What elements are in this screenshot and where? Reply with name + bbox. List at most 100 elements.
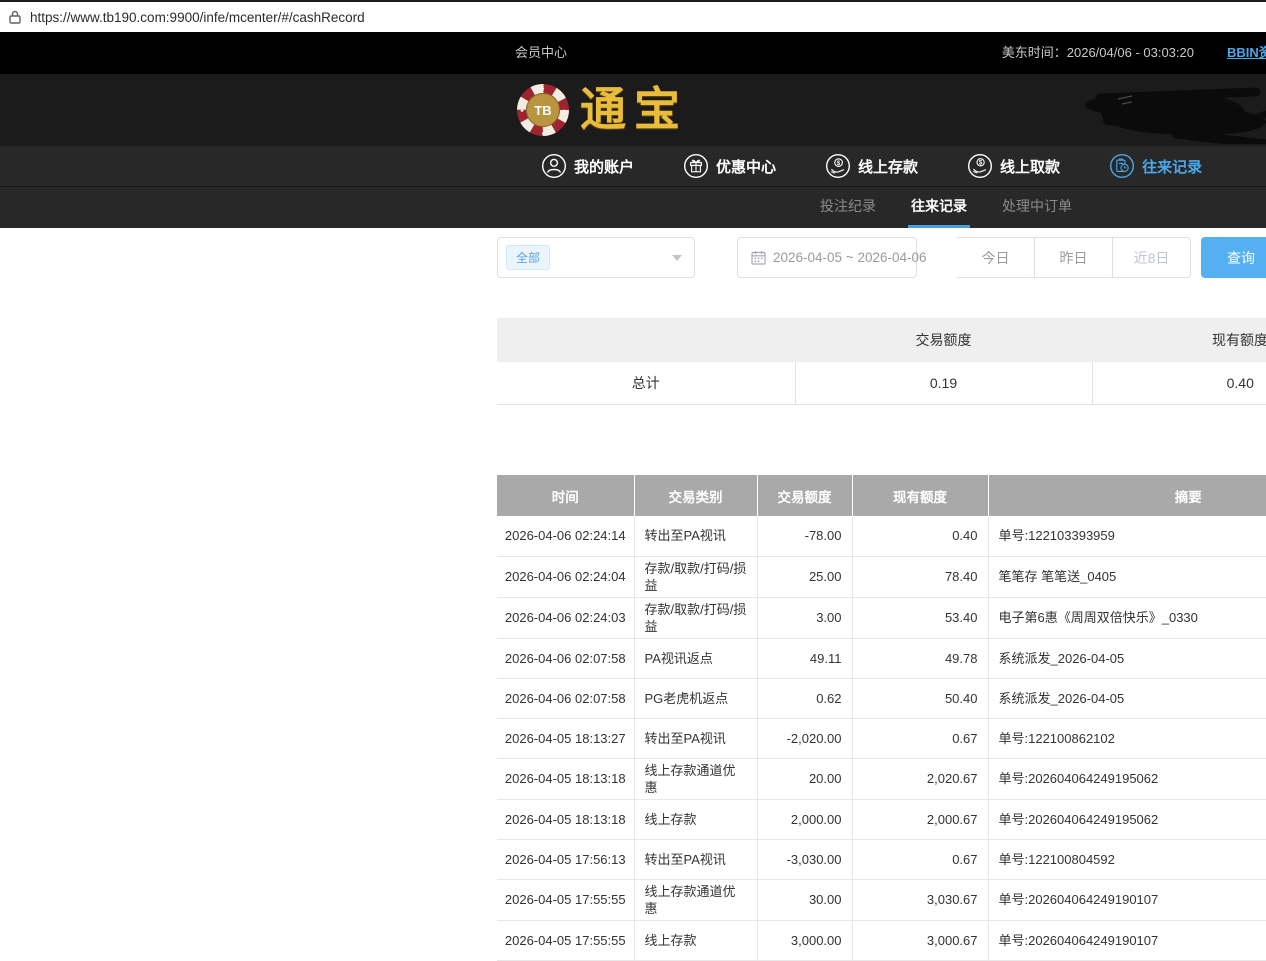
- records-table: 时间 交易类别 交易额度 现有额度 摘要 2026-04-06 02:24:14…: [497, 475, 1266, 961]
- cell-time: 2026-04-05 18:13:18: [497, 799, 634, 839]
- cell-type: 转出至PA视讯: [634, 839, 757, 879]
- summary-total-label: 总计: [497, 362, 795, 404]
- summary-table: 交易额度 现有额度 总计 0.19 0.40: [497, 318, 1266, 405]
- table-row: 2026-04-06 02:07:58 PG老虎机返点 0.62 50.40 系…: [497, 678, 1266, 718]
- col-header-time: 时间: [497, 475, 634, 516]
- nav-item-label: 优惠中心: [716, 156, 776, 177]
- cell-balance: 2,020.67: [852, 758, 988, 799]
- cell-amount: -78.00: [757, 516, 852, 556]
- summary-header-row: 交易额度 现有额度: [497, 318, 1266, 362]
- cell-amount: -2,020.00: [757, 718, 852, 758]
- record-tab[interactable]: 往来记录: [908, 187, 970, 228]
- nav-item-label: 线上取款: [1000, 156, 1060, 177]
- cell-balance: 49.78: [852, 638, 988, 678]
- cell-type: 存款/取款/打码/损益: [634, 597, 757, 638]
- cell-balance: 78.40: [852, 556, 988, 597]
- cell-amount: 49.11: [757, 638, 852, 678]
- redaction-scribble: [1078, 86, 1266, 147]
- col-header-amount: 交易额度: [757, 475, 852, 516]
- cell-time: 2026-04-06 02:07:58: [497, 678, 634, 718]
- cell-balance: 0.67: [852, 839, 988, 879]
- summary-header-transaction: 交易额度: [795, 318, 1092, 362]
- cell-time: 2026-04-06 02:24:04: [497, 556, 634, 597]
- cell-note: 单号:122103393959: [988, 516, 1266, 556]
- bbin-link[interactable]: BBIN资: [1227, 32, 1266, 74]
- col-header-note: 摘要: [988, 475, 1266, 516]
- main-nav-band: 我的账户 优惠中心 $ 线上存款 $ 线上取款 往来记录: [0, 146, 1266, 187]
- summary-header-balance: 现有额度: [1092, 318, 1266, 362]
- cell-time: 2026-04-05 18:13:18: [497, 758, 634, 799]
- cell-note: 单号:202604064249195062: [988, 758, 1266, 799]
- table-row: 2026-04-06 02:07:58 PA视讯返点 49.11 49.78 系…: [497, 638, 1266, 678]
- sub-nav-band: 投注纪录 往来记录 处理中订单: [0, 187, 1266, 228]
- search-button[interactable]: 查询: [1201, 237, 1266, 278]
- url-text[interactable]: https://www.tb190.com:9900/infe/mcenter/…: [30, 10, 365, 25]
- cell-type: PG老虎机返点: [634, 678, 757, 718]
- svg-text:♠: ♠: [563, 108, 566, 114]
- cell-time: 2026-04-06 02:24:03: [497, 597, 634, 638]
- gift-icon: [683, 153, 709, 179]
- cash-record-page: { "browser": { "url": "https://www.tb190…: [0, 0, 1266, 950]
- cell-type: 转出至PA视讯: [634, 516, 757, 556]
- record-tab[interactable]: 投注纪录: [817, 187, 879, 228]
- cell-note: 笔笔存 笔笔送_0405: [988, 556, 1266, 597]
- cell-balance: 50.40: [852, 678, 988, 718]
- date-range-value[interactable]: 2026-04-05 ~ 2026-04-06: [773, 250, 927, 265]
- nav-item[interactable]: 往来记录: [1109, 153, 1202, 179]
- records-header-row: 时间 交易类别 交易额度 现有额度 摘要: [497, 475, 1266, 516]
- cell-note: 单号:202604064249190107: [988, 879, 1266, 920]
- nav-item[interactable]: 优惠中心: [683, 153, 776, 179]
- logo-band: ♥ ♠ ♦ ♣ TB 通宝: [0, 74, 1266, 146]
- cell-balance: 2,000.67: [852, 799, 988, 839]
- table-row: 2026-04-05 17:55:55 线上存款 3,000.00 3,000.…: [497, 920, 1266, 960]
- cell-time: 2026-04-05 17:55:55: [497, 920, 634, 960]
- cell-amount: 30.00: [757, 879, 852, 920]
- records-body: 2026-04-06 02:24:14 转出至PA视讯 -78.00 0.40 …: [497, 516, 1266, 960]
- filter-row: 全部 2026-04-05 ~ 2026-04-06 今日 昨日 近8日 查询: [497, 237, 1266, 278]
- cell-type: 线上存款: [634, 920, 757, 960]
- summary-total-row: 总计 0.19 0.40: [497, 362, 1266, 404]
- quick-range-button[interactable]: 昨日: [1035, 237, 1113, 278]
- user-icon: [541, 153, 567, 179]
- record-tab[interactable]: 处理中订单: [999, 187, 1075, 228]
- cell-balance: 0.67: [852, 718, 988, 758]
- table-row: 2026-04-06 02:24:04 存款/取款/打码/损益 25.00 78…: [497, 556, 1266, 597]
- table-row: 2026-04-05 18:13:18 线上存款 2,000.00 2,000.…: [497, 799, 1266, 839]
- nav-item[interactable]: $ 线上存款: [825, 153, 918, 179]
- col-header-type: 交易类别: [634, 475, 757, 516]
- cell-note: 单号:202604064249190107: [988, 920, 1266, 960]
- browser-url-bar[interactable]: https://www.tb190.com:9900/infe/mcenter/…: [0, 0, 1266, 32]
- brand-name: 通宝: [580, 82, 688, 138]
- us-eastern-time: 美东时间：2026/04/06 - 03:03:20: [1002, 32, 1194, 74]
- cell-time: 2026-04-05 17:55:55: [497, 879, 634, 920]
- cell-time: 2026-04-05 18:13:27: [497, 718, 634, 758]
- summary-header-empty: [497, 318, 795, 362]
- transaction-type-select[interactable]: 全部: [497, 237, 695, 278]
- cell-amount: -3,030.00: [757, 839, 852, 879]
- chevron-down-icon: [672, 255, 682, 261]
- lock-icon: [9, 10, 21, 24]
- nav-item-label: 我的账户: [574, 156, 634, 177]
- selected-type-chip[interactable]: 全部: [506, 245, 550, 270]
- quick-range-button[interactable]: 今日: [957, 237, 1035, 278]
- table-row: 2026-04-06 02:24:14 转出至PA视讯 -78.00 0.40 …: [497, 516, 1266, 556]
- cell-type: 转出至PA视讯: [634, 718, 757, 758]
- table-row: 2026-04-06 02:24:03 存款/取款/打码/损益 3.00 53.…: [497, 597, 1266, 638]
- records-icon: [1109, 153, 1135, 179]
- main-nav: 我的账户 优惠中心 $ 线上存款 $ 线上取款 往来记录: [0, 146, 1266, 186]
- quick-range-button[interactable]: 近8日: [1113, 237, 1191, 278]
- nav-item[interactable]: 我的账户: [541, 153, 634, 179]
- summary-transaction-total: 0.19: [795, 362, 1092, 404]
- date-range-input[interactable]: 2026-04-05 ~ 2026-04-06: [737, 237, 917, 278]
- cell-type: 存款/取款/打码/损益: [634, 556, 757, 597]
- withdraw-icon: $: [967, 153, 993, 179]
- cell-type: PA视讯返点: [634, 638, 757, 678]
- cell-note: 电子第6惠《周周双倍快乐》_0330: [988, 597, 1266, 638]
- summary-balance-total: 0.40: [1092, 362, 1266, 404]
- cell-note: 单号:122100804592: [988, 839, 1266, 879]
- poker-chip-logo-icon: ♥ ♠ ♦ ♣ TB: [516, 83, 570, 137]
- nav-item[interactable]: $ 线上取款: [967, 153, 1060, 179]
- brand-logo[interactable]: ♥ ♠ ♦ ♣ TB 通宝: [516, 82, 688, 138]
- cell-note: 系统派发_2026-04-05: [988, 678, 1266, 718]
- member-center-label[interactable]: 会员中心: [515, 32, 567, 74]
